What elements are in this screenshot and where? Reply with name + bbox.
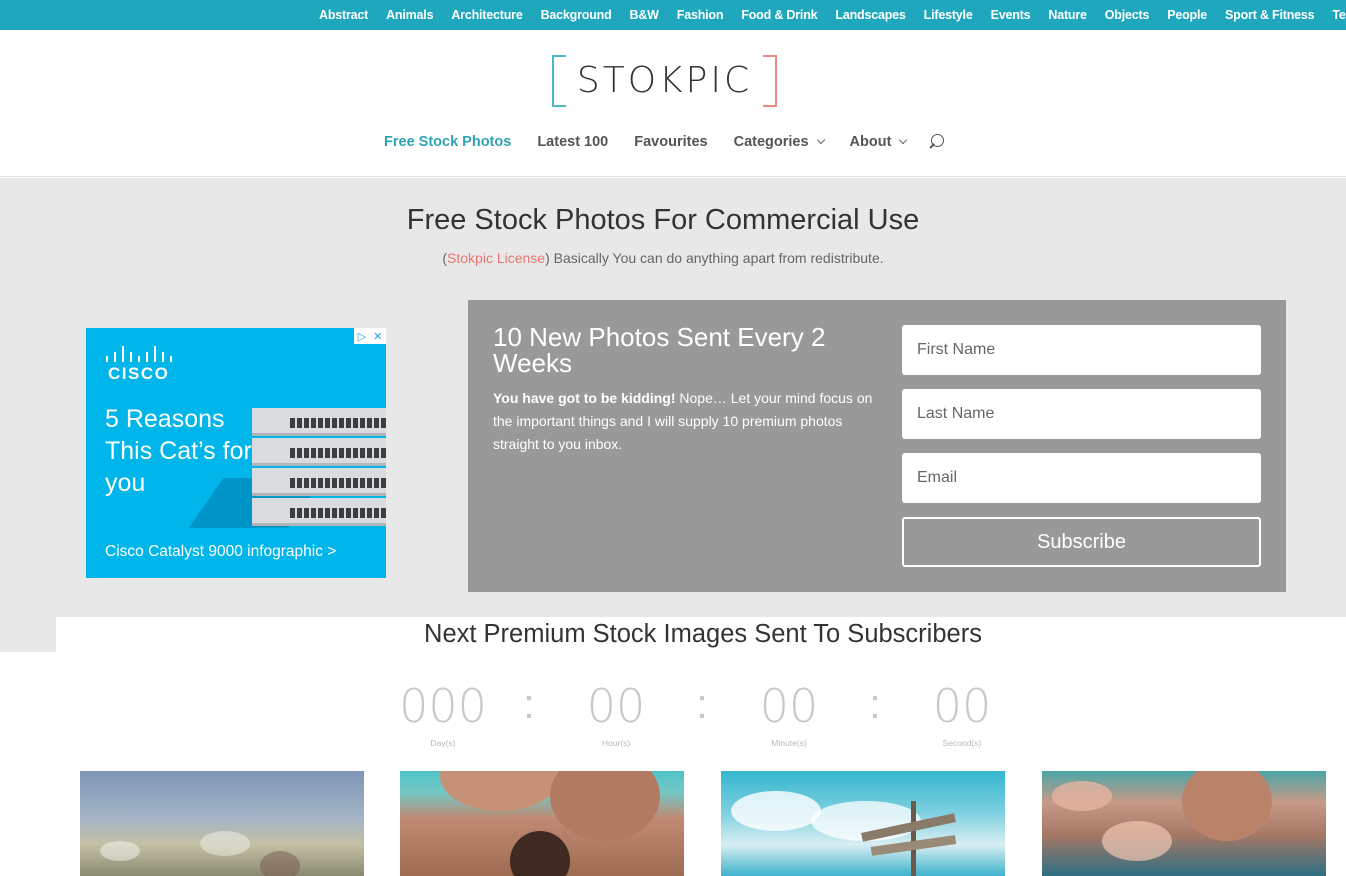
minutes-label: Minute(s) (771, 738, 807, 748)
search-icon[interactable] (928, 134, 946, 152)
hero-subtitle: (Stokpic License) Basically You can do a… (0, 250, 1326, 266)
hero-sub-rest: ) Basically You can do anything apart fr… (545, 250, 884, 266)
countdown-timer: 000 Day(s) : 00 Hour(s) : 00 Minute(s) :… (0, 676, 1346, 756)
cisco-logo-icon (106, 344, 178, 362)
countdown-days: 000 Day(s) (383, 676, 503, 748)
countdown-separator: : (696, 680, 708, 727)
ad-info-icon: ▷ (357, 330, 367, 343)
main-nav: Free Stock Photos Latest 100 Favourites … (384, 130, 932, 154)
category-link-objects[interactable]: Objects (1105, 0, 1150, 30)
photo-thumbnail-splash[interactable] (80, 771, 364, 876)
category-links: Abstract Animals Architecture Background B&W… (319, 0, 1346, 30)
category-link-sport-fitness[interactable]: Sport & Fitness (1225, 0, 1315, 30)
nav-favourites[interactable]: Favourites (634, 134, 707, 150)
logo-bracket-right (763, 55, 777, 107)
category-link-animals[interactable]: Animals (386, 0, 433, 30)
hours-value: 00 (586, 679, 646, 733)
site-header: STOKPIC Free Stock Photos Latest 100 Fav… (0, 30, 1346, 177)
last-name-field[interactable] (902, 389, 1261, 439)
subscribe-button[interactable]: Subscribe (902, 517, 1261, 567)
category-link-events[interactable]: Events (991, 0, 1031, 30)
switch-stack-image (252, 408, 386, 528)
subscribe-title: 10 New Photos Sent Every 2 Weeks (493, 322, 826, 378)
nav-categories-label: Categories (733, 134, 809, 150)
category-link-nature[interactable]: Nature (1048, 0, 1087, 30)
photo-thumbnail-miami-sign[interactable] (721, 771, 1005, 876)
nav-free-stock-photos[interactable]: Free Stock Photos (384, 134, 511, 150)
chevron-down-icon (899, 135, 908, 145)
ad-brand: CISCO (108, 364, 170, 383)
photo-thumbnail-petals[interactable] (1042, 771, 1326, 876)
nav-about[interactable]: About (849, 134, 908, 150)
category-link-abstract[interactable]: Abstract (319, 0, 368, 30)
category-link-food-drink[interactable]: Food & Drink (741, 0, 817, 30)
hero-title: Free Stock Photos For Commercial Use (406, 204, 920, 236)
seconds-value: 00 (932, 679, 992, 733)
subscribe-description: You have got to be kidding! Nope… Let yo… (493, 387, 883, 456)
site-logo[interactable]: STOKPIC (552, 55, 777, 107)
category-bar: Abstract Animals Architecture Background B&W… (0, 0, 1346, 30)
subscribe-desc-bold: You have got to be kidding! (493, 390, 676, 406)
countdown-hours: 00 Hour(s) (556, 676, 676, 748)
subscribe-box: 10 New Photos Sent Every 2 Weeks You hav… (468, 300, 1286, 592)
category-link-fashion[interactable]: Fashion (677, 0, 724, 30)
nav-about-label: About (849, 134, 892, 150)
category-link-architecture[interactable]: Architecture (451, 0, 522, 30)
category-link-lifestyle[interactable]: Lifestyle (924, 0, 973, 30)
ad-cta-link[interactable]: Cisco Catalyst 9000 infographic > (105, 543, 336, 561)
days-value: 000 (399, 679, 487, 733)
countdown-seconds: 00 Second(s) (902, 676, 1022, 748)
category-link-landscapes[interactable]: Landscapes (835, 0, 905, 30)
nav-categories[interactable]: Categories (733, 134, 825, 150)
first-name-field[interactable] (902, 325, 1261, 375)
countdown-separator: : (869, 680, 881, 727)
license-link[interactable]: Stokpic License (447, 250, 545, 266)
chevron-down-icon (816, 135, 825, 145)
photo-thumbnail-beach-legs[interactable] (400, 771, 684, 876)
nav-latest-100[interactable]: Latest 100 (537, 134, 608, 150)
ad-choices-icon[interactable]: ▷ ✕ (354, 328, 386, 344)
email-field[interactable] (902, 453, 1261, 503)
countdown-minutes: 00 Minute(s) (729, 676, 849, 748)
seconds-label: Second(s) (942, 738, 982, 748)
minutes-value: 00 (759, 679, 819, 733)
ad-close-icon[interactable]: ✕ (373, 330, 382, 343)
category-link-tech[interactable]: Tech (1332, 0, 1346, 30)
category-link-b-w[interactable]: B&W (630, 0, 659, 30)
hours-label: Hour(s) (601, 738, 631, 748)
countdown-separator: : (523, 680, 535, 727)
category-link-people[interactable]: People (1167, 0, 1207, 30)
days-label: Day(s) (430, 738, 456, 748)
cisco-ad-banner[interactable]: ▷ ✕ CISCO 5 Reasons This Cat’s for you Ci… (86, 328, 386, 578)
countdown-title: Next Premium Stock Images Sent To Subscr… (424, 620, 982, 648)
category-link-background[interactable]: Background (541, 0, 612, 30)
logo-text: STOKPIC (576, 60, 753, 101)
